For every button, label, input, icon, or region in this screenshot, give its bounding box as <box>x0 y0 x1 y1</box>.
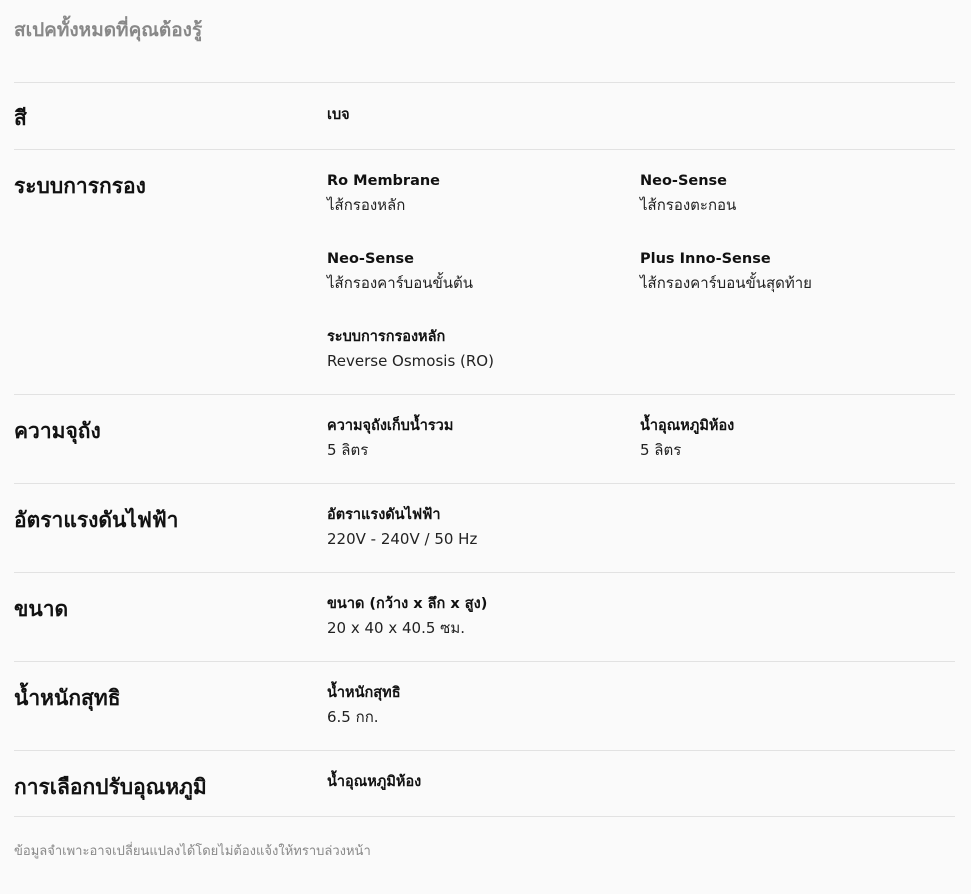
spec-table: สี เบจ ระบบการกรอง Ro Membrane ไส้กรองหล… <box>14 82 955 816</box>
spec-item-value: ไส้กรองตะกอน <box>640 196 737 214</box>
spec-cell-weight: น้ำหนักสุทธิ 6.5 กก. <box>327 683 627 728</box>
spec-cell-filter-5: ระบบการกรองหลัก Reverse Osmosis (RO) <box>327 327 627 372</box>
spec-row-voltage: อัตราแรงดันไฟฟ้า อัตราแรงดันไฟฟ้า 220V -… <box>14 483 955 572</box>
spec-cell-capacity-1: ความจุถังเก็บน้ำรวม 5 ลิตร <box>327 416 627 461</box>
spec-item-value: ไส้กรองหลัก <box>327 196 406 214</box>
spec-item-title: น้ำอุณหภูมิห้อง <box>640 418 735 434</box>
spec-label-filter: ระบบการกรอง <box>14 174 146 198</box>
spec-item-title: ระบบการกรองหลัก <box>327 329 446 345</box>
spec-item-value: ไส้กรองคาร์บอนขั้นต้น <box>327 274 473 292</box>
spec-row-capacity: ความจุถัง ความจุถังเก็บน้ำรวม 5 ลิตร น้ำ… <box>14 394 955 483</box>
spec-item-value: 220V - 240V / 50 Hz <box>327 530 478 548</box>
spec-cell-temperature: น้ำอุณหภูมิห้อง <box>327 772 627 792</box>
spec-item-value: 5 ลิตร <box>640 441 682 459</box>
spec-row-weight: น้ำหนักสุทธิ น้ำหนักสุทธิ 6.5 กก. <box>14 661 955 750</box>
footer-divider <box>14 816 955 817</box>
spec-item-value: 5 ลิตร <box>327 441 369 459</box>
spec-cell-filter-4: Plus Inno-Sense ไส้กรองคาร์บอนขั้นสุดท้า… <box>640 249 940 294</box>
spec-row-filter: ระบบการกรอง Ro Membrane ไส้กรองหลัก Neo-… <box>14 149 955 394</box>
spec-item-value: Reverse Osmosis (RO) <box>327 352 494 370</box>
spec-value-temperature: น้ำอุณหภูมิห้อง <box>327 774 422 790</box>
spec-item-value: 6.5 กก. <box>327 708 379 726</box>
spec-cell-capacity-2: น้ำอุณหภูมิห้อง 5 ลิตร <box>640 416 940 461</box>
spec-label-voltage: อัตราแรงดันไฟฟ้า <box>14 508 179 532</box>
spec-item-title: น้ำหนักสุทธิ <box>327 685 401 701</box>
spec-label-temperature: การเลือกปรับอุณหภูมิ <box>14 775 207 799</box>
spec-item-title: ขนาด (กว้าง x ลึก x สูง) <box>327 596 488 612</box>
spec-label-weight: น้ำหนักสุทธิ <box>14 686 121 710</box>
disclaimer-note: ข้อมูลจำเพาะอาจเปลี่ยนแปลงได้โดยไม่ต้องแ… <box>14 844 371 859</box>
spec-item-title: Ro Membrane <box>327 173 441 189</box>
spec-item-title: อัตราแรงดันไฟฟ้า <box>327 507 441 523</box>
spec-value-color: เบจ <box>327 107 350 123</box>
spec-cell-filter-3: Neo-Sense ไส้กรองคาร์บอนขั้นต้น <box>327 249 627 294</box>
spec-item-title: Neo-Sense <box>327 251 415 267</box>
spec-item-title: Plus Inno-Sense <box>640 251 771 267</box>
spec-cell-color: เบจ <box>327 105 627 125</box>
spec-cell-size: ขนาด (กว้าง x ลึก x สูง) 20 x 40 x 40.5 … <box>327 594 627 639</box>
spec-label-color: สี <box>14 106 27 130</box>
spec-label-capacity: ความจุถัง <box>14 419 101 443</box>
spec-item-value: 20 x 40 x 40.5 ซม. <box>327 619 466 637</box>
spec-row-color: สี เบจ <box>14 82 955 149</box>
spec-row-size: ขนาด ขนาด (กว้าง x ลึก x สูง) 20 x 40 x … <box>14 572 955 661</box>
spec-row-temperature: การเลือกปรับอุณหภูมิ น้ำอุณหภูมิห้อง <box>14 750 955 816</box>
spec-item-title: Neo-Sense <box>640 173 728 189</box>
spec-item-title: ความจุถังเก็บน้ำรวม <box>327 418 454 434</box>
spec-item-value: ไส้กรองคาร์บอนขั้นสุดท้าย <box>640 274 812 292</box>
spec-cell-filter-2: Neo-Sense ไส้กรองตะกอน <box>640 171 940 216</box>
spec-label-size: ขนาด <box>14 597 69 621</box>
spec-cell-filter-1: Ro Membrane ไส้กรองหลัก <box>327 171 627 216</box>
page-title: สเปคทั้งหมดที่คุณต้องรู้ <box>14 19 203 41</box>
spec-cell-voltage: อัตราแรงดันไฟฟ้า 220V - 240V / 50 Hz <box>327 505 627 550</box>
